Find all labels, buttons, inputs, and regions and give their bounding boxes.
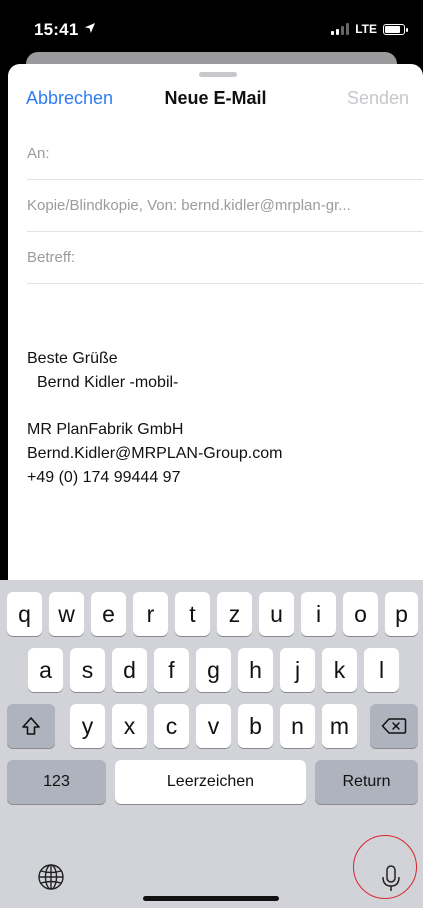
body-line: Bernd.Kidler@MRPLAN-Group.com bbox=[27, 445, 283, 462]
backspace-icon bbox=[381, 718, 407, 734]
shift-icon bbox=[22, 717, 40, 735]
status-bar: 15:41 LTE bbox=[0, 0, 423, 60]
key-q[interactable]: q bbox=[7, 592, 42, 636]
status-right: LTE bbox=[331, 22, 408, 36]
battery-icon bbox=[383, 23, 408, 35]
key-g[interactable]: g bbox=[196, 648, 231, 692]
key-p[interactable]: p bbox=[385, 592, 418, 636]
to-label: An: bbox=[27, 145, 50, 162]
key-k[interactable]: k bbox=[322, 648, 357, 692]
key-o[interactable]: o bbox=[343, 592, 378, 636]
subject-field[interactable]: Betreff: bbox=[27, 232, 423, 284]
body-line: MR PlanFabrik GmbH bbox=[27, 421, 184, 438]
network-type: LTE bbox=[355, 22, 377, 36]
key-e[interactable]: e bbox=[91, 592, 126, 636]
status-time: 15:41 bbox=[34, 20, 79, 39]
sheet-grabber[interactable] bbox=[199, 72, 237, 77]
highlight-circle bbox=[353, 835, 417, 899]
body-line: +49 (0) 174 99444 97 bbox=[27, 469, 181, 486]
key-z[interactable]: z bbox=[217, 592, 252, 636]
key-t[interactable]: t bbox=[175, 592, 210, 636]
key-s[interactable]: s bbox=[70, 648, 105, 692]
screen: 15:41 LTE Abbrechen Neue E-Mail Senden A… bbox=[0, 0, 423, 908]
shift-key[interactable] bbox=[7, 704, 55, 748]
key-v[interactable]: v bbox=[196, 704, 231, 748]
compose-navbar: Abbrechen Neue E-Mail Senden bbox=[8, 84, 423, 114]
space-key[interactable]: Leerzeichen bbox=[115, 760, 306, 804]
key-y[interactable]: y bbox=[70, 704, 105, 748]
location-arrow-icon bbox=[84, 22, 96, 37]
key-i[interactable]: i bbox=[301, 592, 336, 636]
key-l[interactable]: l bbox=[364, 648, 399, 692]
key-u[interactable]: u bbox=[259, 592, 294, 636]
message-body[interactable]: Beste Grüße Bernd Kidler -mobil- MR Plan… bbox=[27, 347, 282, 490]
key-d[interactable]: d bbox=[112, 648, 147, 692]
key-h[interactable]: h bbox=[238, 648, 273, 692]
key-x[interactable]: x bbox=[112, 704, 147, 748]
send-button[interactable]: Senden bbox=[347, 88, 409, 109]
key-m[interactable]: m bbox=[322, 704, 357, 748]
globe-icon[interactable] bbox=[36, 862, 66, 897]
cc-bcc-from-field[interactable]: Kopie/Blindkopie, Von: bernd.kidler@mrpl… bbox=[27, 180, 423, 232]
key-a[interactable]: a bbox=[28, 648, 63, 692]
numbers-key[interactable]: 123 bbox=[7, 760, 106, 804]
delete-key[interactable] bbox=[370, 704, 418, 748]
home-indicator[interactable] bbox=[143, 896, 279, 901]
body-line: Bernd Kidler -mobil- bbox=[37, 374, 179, 391]
key-r[interactable]: r bbox=[133, 592, 168, 636]
return-key[interactable]: Return bbox=[315, 760, 418, 804]
subject-label: Betreff: bbox=[27, 249, 76, 266]
signal-icon bbox=[331, 23, 350, 35]
key-f[interactable]: f bbox=[154, 648, 189, 692]
key-j[interactable]: j bbox=[280, 648, 315, 692]
key-b[interactable]: b bbox=[238, 704, 273, 748]
to-field[interactable]: An: bbox=[27, 128, 423, 180]
key-c[interactable]: c bbox=[154, 704, 189, 748]
key-n[interactable]: n bbox=[280, 704, 315, 748]
body-line: Beste Grüße bbox=[27, 350, 118, 367]
key-w[interactable]: w bbox=[49, 592, 84, 636]
cc-from-label: Kopie/Blindkopie, Von: bernd.kidler@mrpl… bbox=[27, 197, 351, 214]
